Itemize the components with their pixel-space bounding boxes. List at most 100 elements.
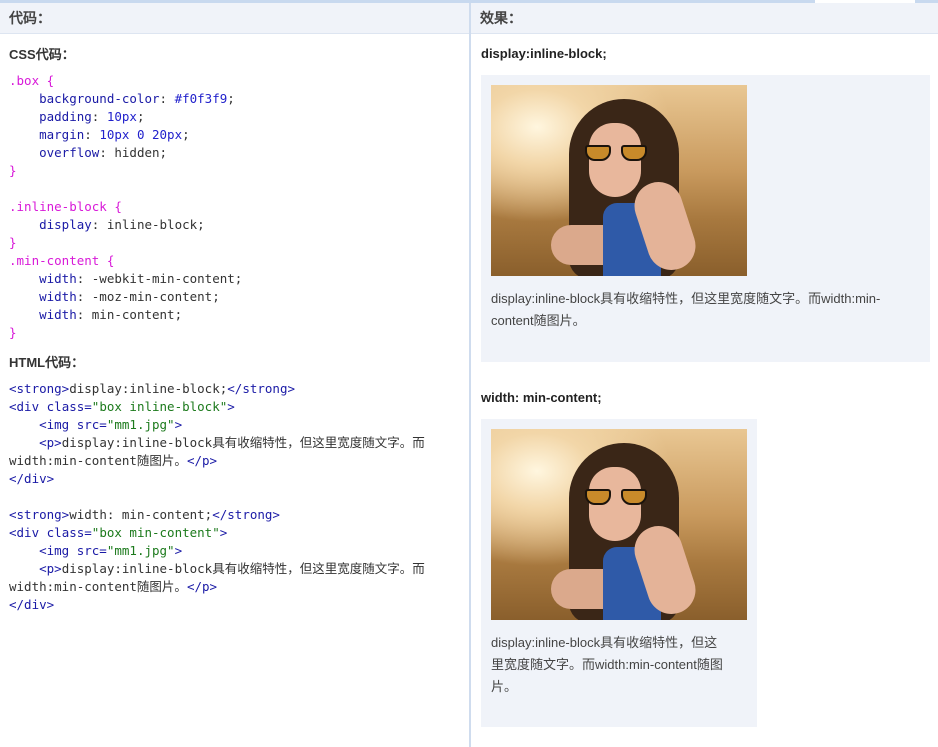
html-code-token: >	[219, 525, 228, 540]
html-code-token: width:min-content随图片。	[9, 579, 187, 594]
demo2-title: width: min-content;	[481, 390, 602, 405]
css-code-title: CSS代码：	[9, 47, 75, 62]
code-panel-header: 代码：	[0, 3, 469, 34]
css-code-line: }	[9, 234, 469, 252]
html-code-title: HTML代码：	[9, 355, 85, 370]
html-code-token: </strong>	[212, 507, 280, 522]
css-code-line: .box {	[9, 72, 469, 90]
css-code-token: display	[9, 217, 92, 232]
html-code-line	[9, 488, 469, 506]
css-code-token: }	[9, 163, 17, 178]
html-code-token: <strong>	[9, 381, 70, 396]
html-code-token: width:min-content随图片。	[9, 453, 187, 468]
css-code-token: overflow	[9, 145, 100, 160]
css-code-token: :	[159, 91, 175, 106]
html-code-token: display:inline-block具有收缩特性，但这里宽度随文字。而	[61, 435, 425, 450]
html-code-token: >	[174, 543, 183, 558]
css-code-token: : -webkit-min-content;	[76, 271, 243, 286]
css-code-token: ;	[182, 127, 190, 142]
css-code-line: }	[9, 324, 469, 342]
html-code-token: </div>	[9, 471, 55, 486]
css-code-token: width	[9, 307, 77, 322]
css-code-line: overflow: hidden;	[9, 144, 469, 162]
html-code-line: <p>display:inline-block具有收缩特性，但这里宽度随文字。而	[9, 560, 469, 578]
html-code-line: <div class="box inline-block">	[9, 398, 469, 416]
html-code-token: display:inline-block具有收缩特性，但这里宽度随文字。而	[61, 561, 425, 576]
css-code-token: width	[9, 271, 77, 286]
html-code-token: width: min-content;	[69, 507, 213, 522]
css-code-token: : hidden;	[99, 145, 168, 160]
html-code-line: <div class="box min-content">	[9, 524, 469, 542]
html-code-token: src=	[76, 543, 107, 558]
html-code-token: <img	[9, 543, 77, 558]
demo1-title: display:inline-block;	[481, 46, 607, 61]
css-code-line: width: -moz-min-content;	[9, 288, 469, 306]
html-code-token: "box min-content"	[91, 525, 220, 540]
css-code-token: : min-content;	[76, 307, 183, 322]
css-code-line: width: -webkit-min-content;	[9, 270, 469, 288]
css-code-token: margin	[9, 127, 85, 142]
css-code-token: }	[9, 325, 17, 340]
html-code-token: "mm1.jpg"	[106, 543, 175, 558]
css-code-token: : inline-block;	[91, 217, 205, 232]
demo2-box: display:inline-block具有收缩特性，但这 里宽度随文字。而wi…	[481, 419, 757, 727]
demo2-caption: display:inline-block具有收缩特性，但这 里宽度随文字。而wi…	[491, 632, 747, 698]
html-code-token: <img	[9, 417, 77, 432]
demo1-box: display:inline-block具有收缩特性，但这里宽度随文字。而wid…	[481, 75, 930, 362]
html-code-line: width:min-content随图片。</p>	[9, 452, 469, 470]
html-code-token: </p>	[186, 453, 218, 468]
css-code-line: .inline-block {	[9, 198, 469, 216]
css-code-line: }	[9, 162, 469, 180]
demo2-photo	[491, 429, 747, 620]
css-code-line: padding: 10px;	[9, 108, 469, 126]
css-code-token: ;	[136, 109, 145, 124]
html-code-line: <strong>width: min-content;</strong>	[9, 506, 469, 524]
html-code-token: </strong>	[227, 381, 295, 396]
html-code-token: >	[227, 399, 235, 414]
css-code-token: }	[9, 235, 17, 250]
html-code-line: <img src="mm1.jpg">	[9, 542, 469, 560]
html-code-token: <p>	[9, 435, 62, 450]
css-code-token: #f0f3f9	[174, 91, 228, 106]
html-code-line: </div>	[9, 470, 469, 488]
html-code-token: class=	[46, 399, 92, 414]
css-code-line: display: inline-block;	[9, 216, 469, 234]
html-code-token: src=	[76, 417, 107, 432]
html-code-token: </p>	[186, 579, 218, 594]
html-code-token: display:inline-block;	[69, 381, 228, 396]
css-code-token: .box {	[9, 73, 55, 88]
html-code-block: <strong>display:inline-block;</strong> <d…	[0, 380, 469, 614]
html-code-token: <p>	[9, 561, 62, 576]
css-code-token: width	[9, 289, 77, 304]
html-code-line: <strong>display:inline-block;</strong>	[9, 380, 469, 398]
css-code-token: .min-content {	[9, 253, 115, 268]
html-code-token: >	[174, 417, 183, 432]
css-code-line: width: min-content;	[9, 306, 469, 324]
css-code-token: background-color	[9, 91, 160, 106]
css-code-token: .inline-block {	[9, 199, 122, 214]
html-code-token: "mm1.jpg"	[106, 417, 175, 432]
css-code-line: .min-content {	[9, 252, 469, 270]
html-code-line: width:min-content随图片。</p>	[9, 578, 469, 596]
css-code-token: 10px 0 20px	[99, 127, 183, 142]
html-code-token: class=	[46, 525, 92, 540]
result-panel-header: 效果：	[471, 3, 938, 34]
demo1-photo	[491, 85, 747, 276]
demo2-caption-line: 里宽度随文字。而width:min-content随图	[491, 657, 723, 672]
css-code-token: 10px	[106, 109, 137, 124]
css-code-token: :	[84, 127, 100, 142]
css-code-token: padding	[9, 109, 92, 124]
css-code-line	[9, 180, 469, 198]
css-code-token: ;	[227, 91, 235, 106]
css-code-token: : -moz-min-content;	[76, 289, 220, 304]
css-code-block: .box { background-color: #f0f3f9; paddin…	[0, 72, 469, 342]
css-code-line: margin: 10px 0 20px;	[9, 126, 469, 144]
html-code-token: <div	[9, 525, 47, 540]
html-code-token: <div	[9, 399, 47, 414]
css-code-token: :	[91, 109, 107, 124]
html-code-token: <strong>	[9, 507, 70, 522]
demo2-caption-line: display:inline-block具有收缩特性，但这	[491, 635, 718, 650]
html-code-line: <p>display:inline-block具有收缩特性，但这里宽度随文字。而	[9, 434, 469, 452]
result-panel: 效果： display:inline-block; display:inline…	[471, 3, 938, 747]
html-code-token: "box inline-block"	[91, 399, 228, 414]
